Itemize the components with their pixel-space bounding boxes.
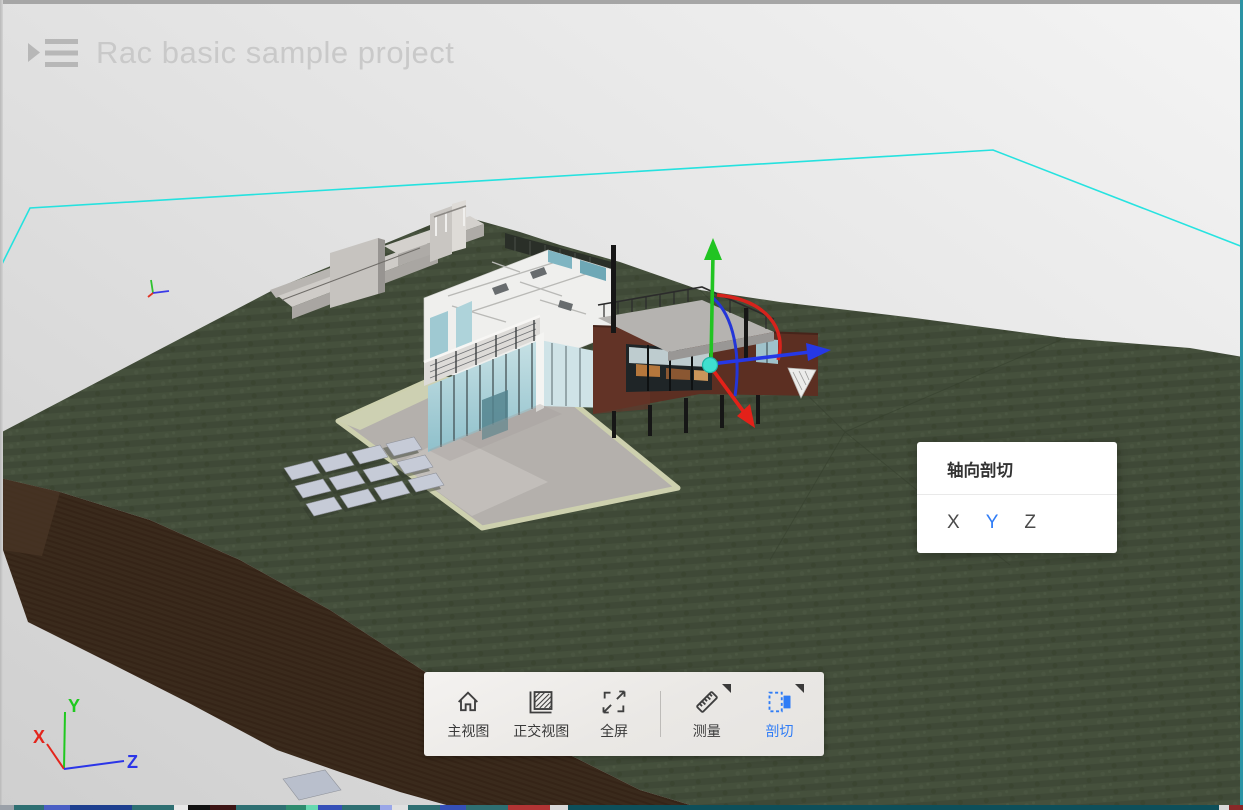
- triad-x-label: X: [33, 727, 45, 747]
- corner-axis-triad: Y X Z: [33, 696, 138, 772]
- fullscreen-button[interactable]: 全屏: [585, 688, 643, 741]
- measure-icon: [693, 688, 721, 716]
- bim-viewer-window: Y X Z Rac basic sample project 轴向剖切 X Y …: [0, 0, 1243, 810]
- section-axis-z-button[interactable]: Z: [1024, 512, 1036, 534]
- home-view-icon: [454, 688, 482, 716]
- fullscreen-icon: [600, 688, 628, 716]
- project-title: Rac basic sample project: [96, 35, 454, 71]
- triad-y-label: Y: [68, 696, 80, 716]
- section-flyout-marker[interactable]: [795, 684, 804, 693]
- section-button[interactable]: 剖切: [751, 688, 809, 741]
- mini-axis-marker: [148, 280, 169, 297]
- section-icon: [766, 688, 794, 716]
- ortho-view-button[interactable]: 正交视图: [512, 688, 570, 741]
- measure-button[interactable]: 测量: [678, 688, 736, 741]
- triad-z-label: Z: [127, 752, 138, 772]
- bottom-screen-strip: [0, 805, 1243, 810]
- measure-flyout-marker[interactable]: [722, 684, 731, 693]
- gizmo-axis-y[interactable]: [711, 254, 713, 362]
- titlebar: Rac basic sample project: [26, 30, 454, 76]
- ortho-view-icon: [527, 688, 555, 716]
- view-toolbar: 主视图 正交视图: [424, 672, 824, 756]
- section-axis-y-button[interactable]: Y: [986, 512, 999, 534]
- home-view-button[interactable]: 主视图: [439, 688, 497, 741]
- section-box-outline: [0, 150, 1243, 268]
- window-top-border: [0, 0, 1243, 4]
- section-panel-title: 轴向剖切: [917, 442, 1117, 494]
- window-left-border: [0, 0, 3, 810]
- section-axis-x-button[interactable]: X: [947, 512, 960, 534]
- axial-section-panel: 轴向剖切 X Y Z: [917, 442, 1117, 553]
- model-tree-menu-icon[interactable]: [26, 30, 80, 76]
- gizmo-center-handle[interactable]: [703, 358, 718, 373]
- toolbar-divider: [660, 691, 661, 737]
